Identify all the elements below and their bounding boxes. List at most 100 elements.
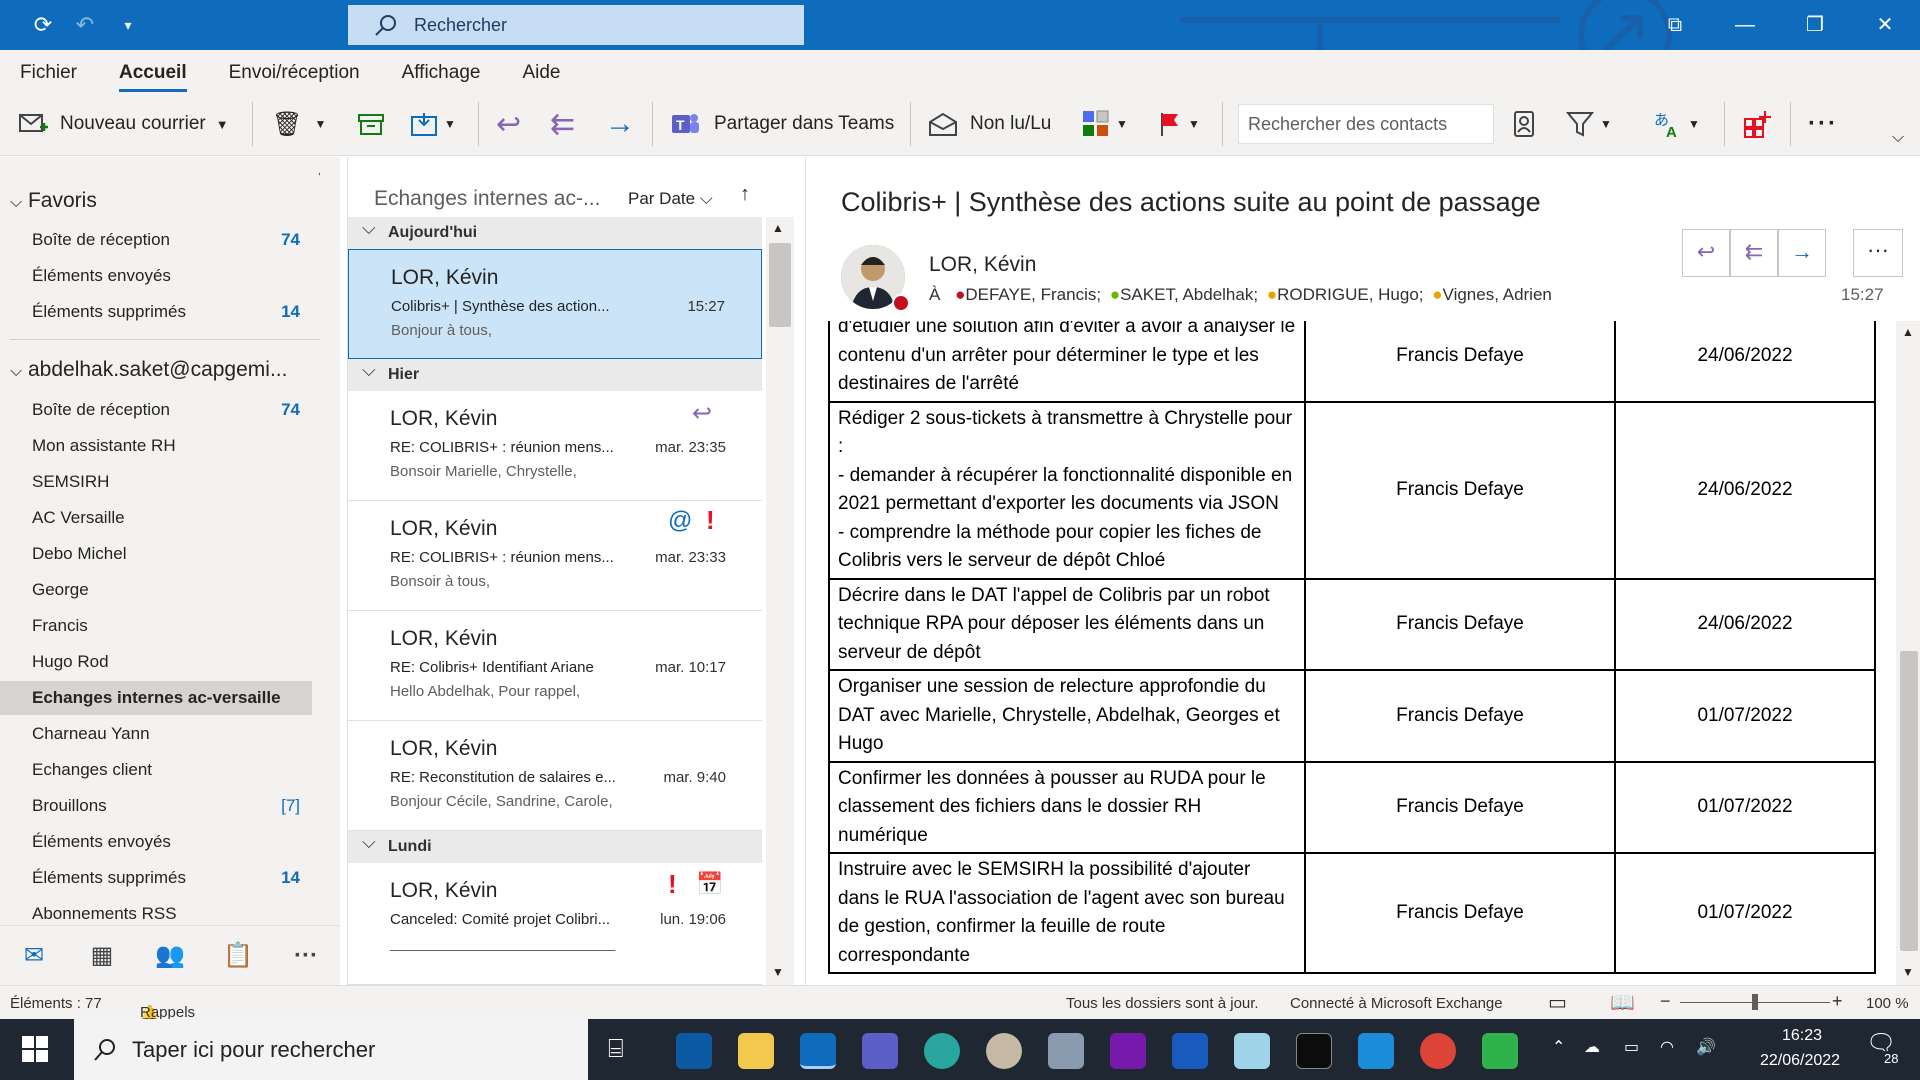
tray-chevron-icon[interactable]: ⌃: [1552, 1037, 1565, 1057]
scrollbar-thumb[interactable]: [1900, 651, 1918, 951]
close-button[interactable]: ✕: [1850, 0, 1920, 50]
folder-pane-scrollbar[interactable]: [320, 157, 340, 925]
edge-icon[interactable]: [924, 1033, 960, 1069]
zoom-out-icon[interactable]: −: [1660, 991, 1671, 1012]
account-header[interactable]: ⌵ abdelhak.saket@capgemi...: [10, 358, 287, 382]
folder-item[interactable]: Debo Michel: [0, 537, 312, 571]
recipient[interactable]: SAKET, Abdelhak;: [1120, 285, 1258, 304]
folder-item[interactable]: Mon assistante RH: [0, 429, 312, 463]
task-view-icon[interactable]: ⌸: [608, 1033, 624, 1065]
more-options-icon[interactable]: ···: [1808, 106, 1838, 142]
folder-favorites-deleted[interactable]: Éléments supprimés 14: [0, 295, 312, 329]
coming-soon-icon[interactable]: ⧉: [1640, 0, 1710, 50]
reply-icon[interactable]: ↩: [1682, 229, 1730, 277]
terminal-icon[interactable]: [1296, 1033, 1332, 1069]
onenote-icon[interactable]: [1110, 1033, 1146, 1069]
folder-item[interactable]: Echanges internes ac-versaille: [0, 681, 312, 715]
list-item[interactable]: LOR, Kévin RE: Reconstitution de salaire…: [348, 721, 762, 831]
flag-button[interactable]: ▼: [1158, 106, 1200, 142]
translate-button[interactable]: あA ▼: [1654, 106, 1700, 142]
clock-time[interactable]: 16:23: [1762, 1027, 1842, 1045]
mail-icon[interactable]: ✉: [0, 941, 68, 970]
outlook-icon[interactable]: [800, 1033, 836, 1069]
filter-button[interactable]: ▼: [1566, 106, 1612, 142]
paint-icon[interactable]: [986, 1033, 1022, 1069]
calculator-icon[interactable]: [1048, 1033, 1084, 1069]
folder-item[interactable]: Charneau Yann: [0, 717, 312, 751]
folder-favorites-sent[interactable]: Éléments envoyés: [0, 259, 312, 293]
minimize-button[interactable]: —: [1710, 0, 1780, 50]
battery-icon[interactable]: ▭: [1624, 1037, 1639, 1057]
chrome-icon[interactable]: [1420, 1033, 1456, 1069]
scrollbar-thumb[interactable]: [769, 243, 791, 327]
reply-all-icon[interactable]: ⇇: [1730, 229, 1778, 277]
folder-item[interactable]: Hugo Rod: [0, 645, 312, 679]
list-item[interactable]: LOR, Kévin RE: COLIBRIS+ : réunion mens.…: [348, 501, 762, 611]
zoom-slider-thumb[interactable]: [1752, 994, 1758, 1010]
more-apps-icon[interactable]: ···: [272, 942, 340, 970]
new-mail-button[interactable]: Nouveau courrier ▼: [18, 106, 229, 142]
chevron-down-icon[interactable]: ▼: [216, 117, 229, 132]
share-teams-button[interactable]: T Partager dans Teams: [670, 106, 894, 142]
menu-aide[interactable]: Aide: [522, 50, 560, 92]
archive-button[interactable]: [357, 106, 385, 142]
forward-button[interactable]: →: [605, 106, 635, 142]
sort-by-date-button[interactable]: Par Date ⌵: [628, 189, 713, 209]
media-app-icon[interactable]: [1482, 1033, 1518, 1069]
menu-fichier[interactable]: Fichier: [20, 50, 77, 92]
scroll-down-icon[interactable]: ▼: [1902, 965, 1914, 979]
contact-search-input[interactable]: Rechercher des contacts: [1238, 104, 1494, 144]
get-addins-button[interactable]: [1742, 106, 1772, 142]
reading-pane-scrollbar[interactable]: ▲ ▼: [1896, 321, 1920, 985]
address-book-button[interactable]: [1512, 106, 1536, 142]
restore-button[interactable]: ❐: [1780, 0, 1850, 50]
windows-start-icon[interactable]: [22, 1036, 48, 1067]
group-header-monday[interactable]: Lundi: [348, 826, 762, 863]
recipient[interactable]: DEFAYE, Francis;: [965, 285, 1101, 304]
list-item[interactable]: LOR, Kévin Canceled: Comité projet Colib…: [348, 863, 762, 985]
folder-item[interactable]: Brouillons [7]: [0, 789, 312, 823]
calendar-icon[interactable]: ▦: [68, 941, 136, 970]
more-actions-icon[interactable]: ···: [1853, 229, 1903, 277]
folder-item[interactable]: George: [0, 573, 312, 607]
folder-item[interactable]: Francis: [0, 609, 312, 643]
customize-toolbar-icon[interactable]: ▾: [113, 10, 143, 40]
folder-item[interactable]: Boîte de réception 74: [0, 393, 312, 427]
zoom-in-icon[interactable]: +: [1832, 991, 1843, 1012]
undo-icon[interactable]: ↶: [70, 10, 100, 40]
teams-icon[interactable]: [862, 1033, 898, 1069]
group-header-today[interactable]: Aujourd'hui: [348, 212, 762, 249]
sync-icon[interactable]: ⟳: [28, 10, 58, 40]
menu-affichage[interactable]: Affichage: [402, 50, 481, 92]
ribbon-expand-icon[interactable]: ⌵: [1892, 120, 1904, 156]
categorize-button[interactable]: ▼: [1082, 106, 1128, 142]
delete-button[interactable]: 🗑 ▼: [272, 106, 326, 142]
volume-icon[interactable]: 🔊: [1696, 1037, 1716, 1057]
unread-read-button[interactable]: Non lu/Lu: [928, 106, 1051, 142]
word-icon[interactable]: [1172, 1033, 1208, 1069]
folder-item[interactable]: Éléments supprimés 14: [0, 861, 312, 895]
edge-legacy-icon[interactable]: [676, 1033, 712, 1069]
taskbar-search-input[interactable]: Taper ici pour rechercher: [74, 1019, 588, 1080]
file-explorer-icon[interactable]: [738, 1033, 774, 1069]
group-header-yesterday[interactable]: Hier: [348, 354, 762, 391]
folder-item[interactable]: Éléments envoyés: [0, 825, 312, 859]
wifi-icon[interactable]: ◠: [1660, 1037, 1674, 1057]
recipient[interactable]: RODRIGUE, Hugo;: [1277, 285, 1423, 304]
reply-button[interactable]: ↩: [496, 106, 521, 142]
app-s-icon[interactable]: [1358, 1033, 1394, 1069]
folder-item[interactable]: SEMSIRH: [0, 465, 312, 499]
search-input[interactable]: Rechercher: [348, 5, 804, 45]
list-item[interactable]: LOR, Kévin Colibris+ | Synthèse des acti…: [348, 249, 762, 359]
list-item[interactable]: LOR, Kévin RE: COLIBRIS+ : réunion mens.…: [348, 391, 762, 501]
people-icon[interactable]: 👥: [136, 941, 204, 970]
forward-icon[interactable]: →: [1778, 229, 1826, 277]
folder-item[interactable]: Abonnements RSS: [0, 897, 312, 925]
list-item[interactable]: LOR, Kévin RE: Colibris+ Identifiant Ari…: [348, 611, 762, 721]
reading-view-icon[interactable]: 📖: [1610, 990, 1635, 1015]
reply-all-button[interactable]: ⇇: [550, 106, 575, 142]
menu-envoi-reception[interactable]: Envoi/réception: [229, 50, 360, 92]
folder-item[interactable]: Echanges client: [0, 753, 312, 787]
scroll-down-icon[interactable]: ▼: [772, 965, 784, 979]
sender-name[interactable]: LOR, Kévin: [929, 253, 1036, 277]
